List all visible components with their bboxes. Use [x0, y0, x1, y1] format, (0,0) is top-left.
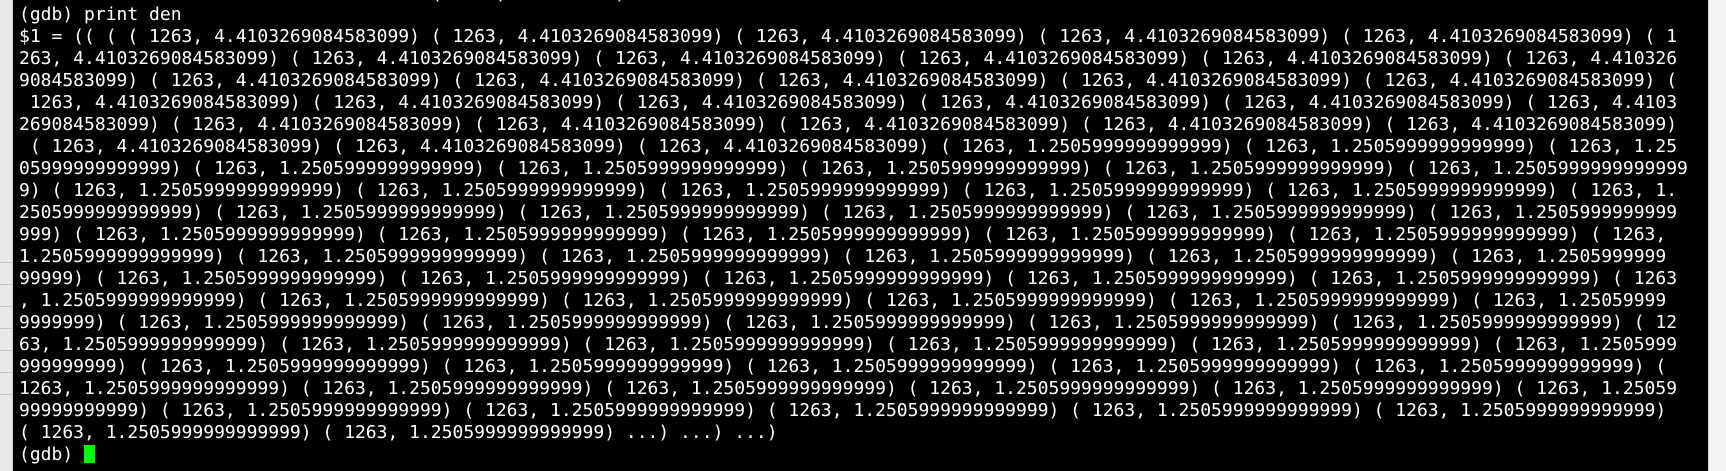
edge-tick: [0, 328, 12, 329]
gdb-prompt-line[interactable]: (gdb): [19, 444, 96, 466]
terminal-line: $1 = (( ( ( 1263, 4.4103269084583099) ( …: [19, 26, 1678, 47]
terminal-output[interactable]: ( , ) (gdb) print den $1 = (( ( ( 1263, …: [13, 0, 1708, 471]
gdb-prompt: (gdb): [19, 444, 85, 465]
terminal-line: , 1.2505999999999999) ( 1263, 1.25059999…: [19, 290, 1667, 311]
terminal-line: 1263, 1.2505999999999999) ( 1263, 1.2505…: [19, 378, 1678, 399]
terminal-window: ( , ) (gdb) print den $1 = (( ( ( 1263, …: [0, 0, 1726, 471]
terminal-line: 9084583099) ( 1263, 4.4103269084583099) …: [19, 70, 1678, 91]
terminal-line: ( 1263, 1.2505999999999999) ( 1263, 1.25…: [19, 422, 778, 443]
terminal-line: 63, 1.2505999999999999) ( 1263, 1.250599…: [19, 334, 1678, 355]
terminal-line: (gdb) print den: [19, 4, 182, 25]
right-window-edge: [1708, 0, 1726, 471]
terminal-line: 05999999999999) ( 1263, 1.25059999999999…: [19, 158, 1688, 179]
terminal-line: 9999999) ( 1263, 1.2505999999999999) ( 1…: [19, 312, 1678, 333]
terminal-line: ( 1263, 4.4103269084583099) ( 1263, 4.41…: [19, 136, 1678, 157]
edge-tick: [0, 262, 12, 263]
terminal-line: 263, 4.4103269084583099) ( 1263, 4.41032…: [19, 48, 1678, 69]
edge-tick: [0, 394, 12, 395]
terminal-line: 1.2505999999999999) ( 1263, 1.2505999999…: [19, 246, 1667, 267]
terminal-line: 999) ( 1263, 1.2505999999999999) ( 1263,…: [19, 224, 1667, 245]
edge-tick: [0, 306, 12, 307]
terminal-line: 1263, 4.4103269084583099) ( 1263, 4.4103…: [19, 92, 1678, 113]
terminal-line: 269084583099) ( 1263, 4.4103269084583099…: [19, 114, 1678, 135]
terminal-line: 9) ( 1263, 1.2505999999999999) ( 1263, 1…: [19, 180, 1678, 201]
terminal-line: 99999) ( 1263, 1.2505999999999999) ( 126…: [19, 268, 1678, 289]
terminal-line: 99999999999) ( 1263, 1.2505999999999999)…: [19, 400, 1667, 421]
edge-tick: [0, 350, 12, 351]
edge-tick: [0, 372, 12, 373]
edge-tick: [0, 284, 12, 285]
terminal-line: 2505999999999999) ( 1263, 1.250599999999…: [19, 202, 1678, 223]
text-cursor: [84, 445, 96, 463]
left-window-edge: [0, 0, 13, 471]
terminal-line: 999999999) ( 1263, 1.2505999999999999) (…: [19, 356, 1667, 377]
